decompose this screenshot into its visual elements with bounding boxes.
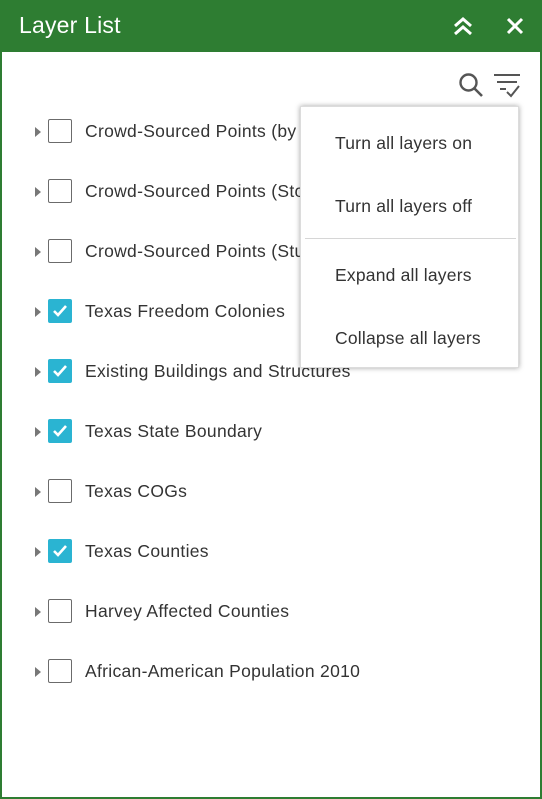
layer-visibility-checkbox[interactable] [48, 299, 72, 323]
layer-visibility-checkbox[interactable] [48, 479, 72, 503]
expand-caret-icon[interactable] [34, 185, 44, 197]
layer-label: Texas Counties [85, 541, 209, 561]
layer-visibility-checkbox[interactable] [48, 599, 72, 623]
layer-visibility-checkbox[interactable] [48, 179, 72, 203]
panel-title: Layer List [19, 12, 121, 38]
checkmark-icon [53, 425, 67, 437]
checkmark-icon [53, 545, 67, 557]
layer-label: Crowd-Sourced Points (by [85, 121, 297, 141]
layer-visibility-checkbox[interactable] [48, 659, 72, 683]
expand-caret-icon[interactable] [34, 305, 44, 317]
checkmark-icon [53, 305, 67, 317]
close-icon[interactable] [503, 14, 527, 38]
layer-row[interactable]: Texas COGs [2, 471, 542, 511]
menu-divider [305, 238, 516, 239]
layer-visibility-checkbox[interactable] [48, 419, 72, 443]
double-chevron-up-icon[interactable] [451, 14, 475, 38]
menu-item-turn-all-on[interactable]: Turn all layers on [301, 110, 520, 170]
layer-row[interactable]: Harvey Affected Counties [2, 591, 542, 631]
expand-caret-icon[interactable] [34, 125, 44, 137]
layer-visibility-checkbox[interactable] [48, 119, 72, 143]
layer-label: Texas State Boundary [85, 421, 263, 441]
expand-caret-icon[interactable] [34, 425, 44, 437]
layer-label: Harvey Affected Counties [85, 601, 290, 621]
layer-list-panel: Layer List Crowd-Sourced Points (by Crow… [0, 0, 542, 799]
expand-caret-icon[interactable] [34, 665, 44, 677]
layer-label: Texas COGs [85, 481, 188, 501]
layer-visibility-checkbox[interactable] [48, 539, 72, 563]
checkmark-icon [53, 365, 67, 377]
filter-menu-icon[interactable] [492, 70, 522, 100]
panel-header: Layer List [2, 0, 542, 52]
layer-row[interactable]: African-American Population 2010 [2, 651, 542, 691]
layer-visibility-checkbox[interactable] [48, 239, 72, 263]
menu-item-label: Turn all layers on [335, 133, 473, 153]
search-icon[interactable] [458, 72, 484, 98]
menu-item-collapse-all[interactable]: Collapse all layers [301, 305, 520, 365]
expand-caret-icon[interactable] [34, 365, 44, 377]
layer-visibility-checkbox[interactable] [48, 359, 72, 383]
layer-row[interactable]: Texas State Boundary [2, 411, 542, 451]
expand-caret-icon[interactable] [34, 545, 44, 557]
layer-label: African-American Population 2010 [85, 661, 361, 681]
layer-label: Crowd-Sourced Points (Sto [85, 181, 305, 201]
menu-item-label: Expand all layers [335, 265, 472, 285]
options-menu: Turn all layers on Turn all layers off E… [300, 106, 519, 368]
expand-caret-icon[interactable] [34, 485, 44, 497]
expand-caret-icon[interactable] [34, 605, 44, 617]
menu-item-expand-all[interactable]: Expand all layers [301, 242, 520, 302]
expand-caret-icon[interactable] [34, 245, 44, 257]
menu-item-label: Collapse all layers [335, 328, 481, 348]
menu-item-label: Turn all layers off [335, 196, 473, 216]
layer-label: Texas Freedom Colonies [85, 301, 286, 321]
layer-label: Crowd-Sourced Points (Stu [85, 241, 305, 261]
menu-item-turn-all-off[interactable]: Turn all layers off [301, 173, 520, 233]
layer-row[interactable]: Texas Counties [2, 531, 542, 571]
